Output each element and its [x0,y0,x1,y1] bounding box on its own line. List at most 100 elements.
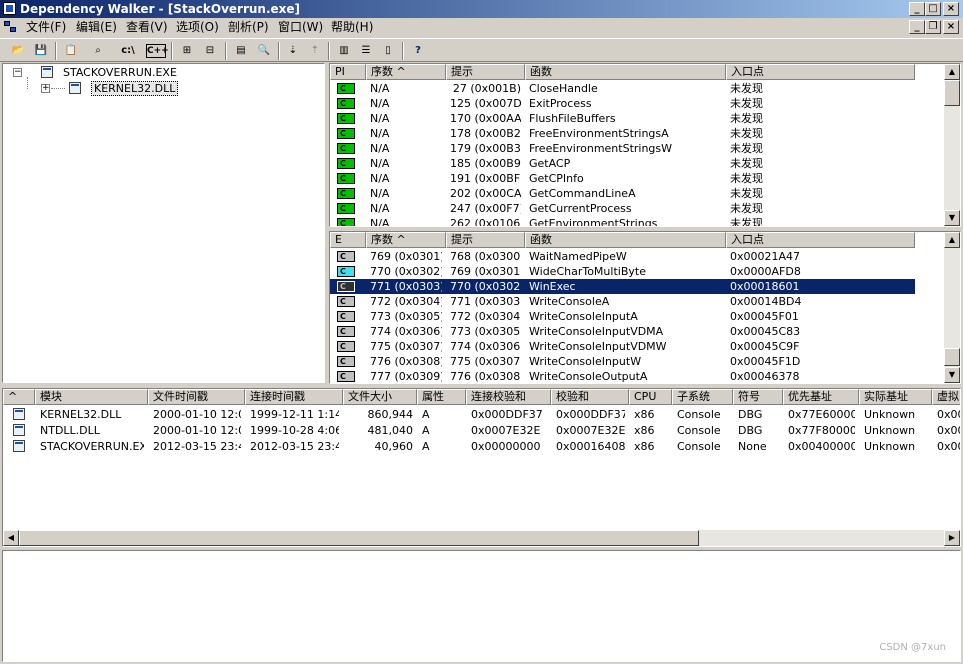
child-restore-button[interactable]: ❐ [925,20,941,34]
column-header[interactable]: 虚拟 [932,389,960,405]
minimize-button[interactable]: _ [909,2,925,16]
view-module-icon[interactable]: 🔍 [254,42,274,60]
table-row[interactable]: C 772 (0x0304) 771 (0x0303) WriteConsoleA 0x… [330,294,915,309]
collapse-toggle[interactable]: − [13,68,22,77]
column-header[interactable]: 文件大小 [343,389,417,405]
table-row[interactable]: NTDLL.DLL 2000-01-10 12:00 1999-10-28 4:06… [3,423,960,438]
open-icon[interactable]: 📂 [8,42,28,60]
tree-child-label[interactable]: KERNEL32.DLL [91,81,179,96]
column-header[interactable]: 函数 [525,64,726,80]
help-icon[interactable]: ? [408,42,428,60]
app-icon[interactable] [3,2,16,15]
log-pane[interactable]: CSDN @7xun [2,550,961,662]
menu-item[interactable]: 窗口(W) [278,20,323,35]
export-functions-pane[interactable]: E 序数 ^ 提示 函数 入口点 C 769 (0x0301) 768 (0x0300) Wa… [329,231,961,384]
table-row[interactable]: C N/A 27 (0x001B) CloseHandle 未发现 [330,81,915,96]
column-header[interactable]: 属性 [417,389,466,405]
column-header[interactable]: 提示 [446,232,525,248]
table-row[interactable]: C 769 (0x0301) 768 (0x0300) WaitNamedPipeW 0… [330,249,915,264]
column-header[interactable]: PI [330,64,366,80]
column-header[interactable]: 文件时间戳 [148,389,245,405]
module-cell: Console [677,440,721,453]
menu-item[interactable]: 剖析(P) [228,20,269,35]
column-header[interactable]: 函数 [525,232,726,248]
table-row[interactable]: C N/A 262 (0x0106) GetEnvironmentStrings 未发现 [330,216,915,226]
child-minimize-button[interactable]: _ [909,20,925,34]
export-vscroll[interactable]: ▲ ▼ [944,232,960,383]
column-header[interactable]: 入口点 [726,232,915,248]
column-header[interactable]: 校验和 [551,389,629,405]
column-header[interactable]: 符号 [733,389,783,405]
table-row[interactable]: C N/A 179 (0x00B3) FreeEnvironmentStringsW 未… [330,141,915,156]
menu-item[interactable]: 选项(O) [176,20,219,35]
table-row[interactable]: STACKOVERRUN.EXE 2012-03-15 23:43 2012-03-… [3,439,960,454]
column-header[interactable]: ^ [3,389,35,405]
column-header[interactable]: 入口点 [726,64,915,80]
close-button[interactable]: × [943,2,959,16]
column-header[interactable]: 连接时间戳 [245,389,343,405]
column-header[interactable]: E [330,232,366,248]
highlight-matching-icon[interactable]: ⊞ [177,42,197,60]
column-header[interactable]: 提示 [446,64,525,80]
module-tree-pane[interactable]: − STACKOVERRUN.EXE + KERNEL32.DLL [2,63,325,383]
column-header[interactable]: 连接校验和 [466,389,551,405]
column-header[interactable]: 实际基址 [859,389,932,405]
menu-item[interactable]: 查看(V) [126,20,168,35]
table-row[interactable]: C N/A 191 (0x00BF) GetCPInfo 未发现 [330,171,915,186]
table-row[interactable]: C 773 (0x0305) 772 (0x0304) WriteConsoleInp… [330,309,915,324]
copy-icon[interactable]: 📋 [61,42,81,60]
table-row[interactable]: C N/A 170 (0x00AA) FlushFileBuffers 未发现 [330,111,915,126]
column-header[interactable]: 序数 ^ [366,232,446,248]
find-icon[interactable]: ⌕ [88,42,108,60]
cascade-icon[interactable]: ▥ [334,42,354,60]
table-row[interactable]: C N/A 125 (0x007D) ExitProcess 未发现 [330,96,915,111]
column-header[interactable]: 子系统 [672,389,733,405]
save-icon[interactable]: 💾 [31,42,51,60]
column-header[interactable]: CPU [629,389,672,405]
scroll-thumb[interactable] [19,530,699,546]
column-header[interactable]: 模块 [35,389,148,405]
tile-horizontal-icon[interactable]: ☰ [356,42,376,60]
document-icon[interactable] [4,21,18,34]
import-vscroll[interactable]: ▲ ▼ [944,64,960,226]
module-hscroll[interactable]: ◀ ▶ [3,530,960,546]
table-row[interactable]: C 777 (0x0309) 776 (0x0308) WriteConsoleOut… [330,369,915,383]
column-header[interactable]: 序数 ^ [366,64,446,80]
module-list-pane[interactable]: ^ 模块 文件时间戳 连接时间戳 文件大小 属性 连接校验和 校验和 CPU 子系统 符号 优先基址实… [2,388,961,547]
scroll-up-button[interactable]: ▲ [944,232,960,248]
scroll-right-button[interactable]: ▶ [944,530,960,546]
table-row[interactable]: C 774 (0x0306) 773 (0x0305) WriteConsoleInp… [330,324,915,339]
highlight-module-icon[interactable]: ⊟ [200,42,220,60]
table-row[interactable]: C 770 (0x0302) 769 (0x0301) WideCharToMulti… [330,264,915,279]
scroll-down-button[interactable]: ▼ [944,367,960,383]
properties-icon[interactable]: ▤ [231,42,251,60]
scroll-thumb[interactable] [944,80,960,106]
scroll-up-button[interactable]: ▲ [944,64,960,80]
tree-root-label[interactable]: STACKOVERRUN.EXE [63,66,177,79]
menu-item[interactable]: 文件(F) [26,20,66,35]
export-icon[interactable]: ⇣ [283,42,303,60]
import-functions-pane[interactable]: PI 序数 ^ 提示 函数 入口点 C N/A 27 (0x001B) CloseHandle… [329,63,961,227]
scroll-thumb[interactable] [944,348,960,366]
table-row[interactable]: KERNEL32.DLL 2000-01-10 12:00 1999-12-11 1… [3,407,960,422]
module-cell: 2000-01-10 12:00 [153,424,241,437]
scroll-left-button[interactable]: ◀ [3,530,19,546]
child-close-button[interactable]: × [943,20,959,34]
table-row[interactable]: C 771 (0x0303) 770 (0x0302) WinExec 0x000186… [330,279,915,294]
table-row[interactable]: C N/A 185 (0x00B9) GetACP 未发现 [330,156,915,171]
module-cell: 1999-10-28 4:06 [250,424,339,437]
expand-toggle[interactable]: + [41,84,50,93]
table-row[interactable]: C 776 (0x0308) 775 (0x0307) WriteConsoleInp… [330,354,915,369]
table-row[interactable]: C N/A 202 (0x00CA) GetCommandLineA 未发现 [330,186,915,201]
menu-item[interactable]: 帮助(H) [331,20,373,35]
table-row[interactable]: C 775 (0x0307) 774 (0x0306) WriteConsoleInp… [330,339,915,354]
maximize-button[interactable]: □ [925,2,941,16]
full-path-icon[interactable]: c:\ [118,42,138,60]
table-row[interactable]: C N/A 178 (0x00B2) FreeEnvironmentStringsA 未… [330,126,915,141]
tile-vertical-icon[interactable]: ▯ [378,42,398,60]
scroll-down-button[interactable]: ▼ [944,210,960,226]
menu-item[interactable]: 编辑(E) [76,20,117,35]
table-row[interactable]: C N/A 247 (0x00F7) GetCurrentProcess 未发现 [330,201,915,216]
cpp-undecorate-icon[interactable]: C++ [146,44,169,58]
column-header[interactable]: 优先基址 [783,389,859,405]
